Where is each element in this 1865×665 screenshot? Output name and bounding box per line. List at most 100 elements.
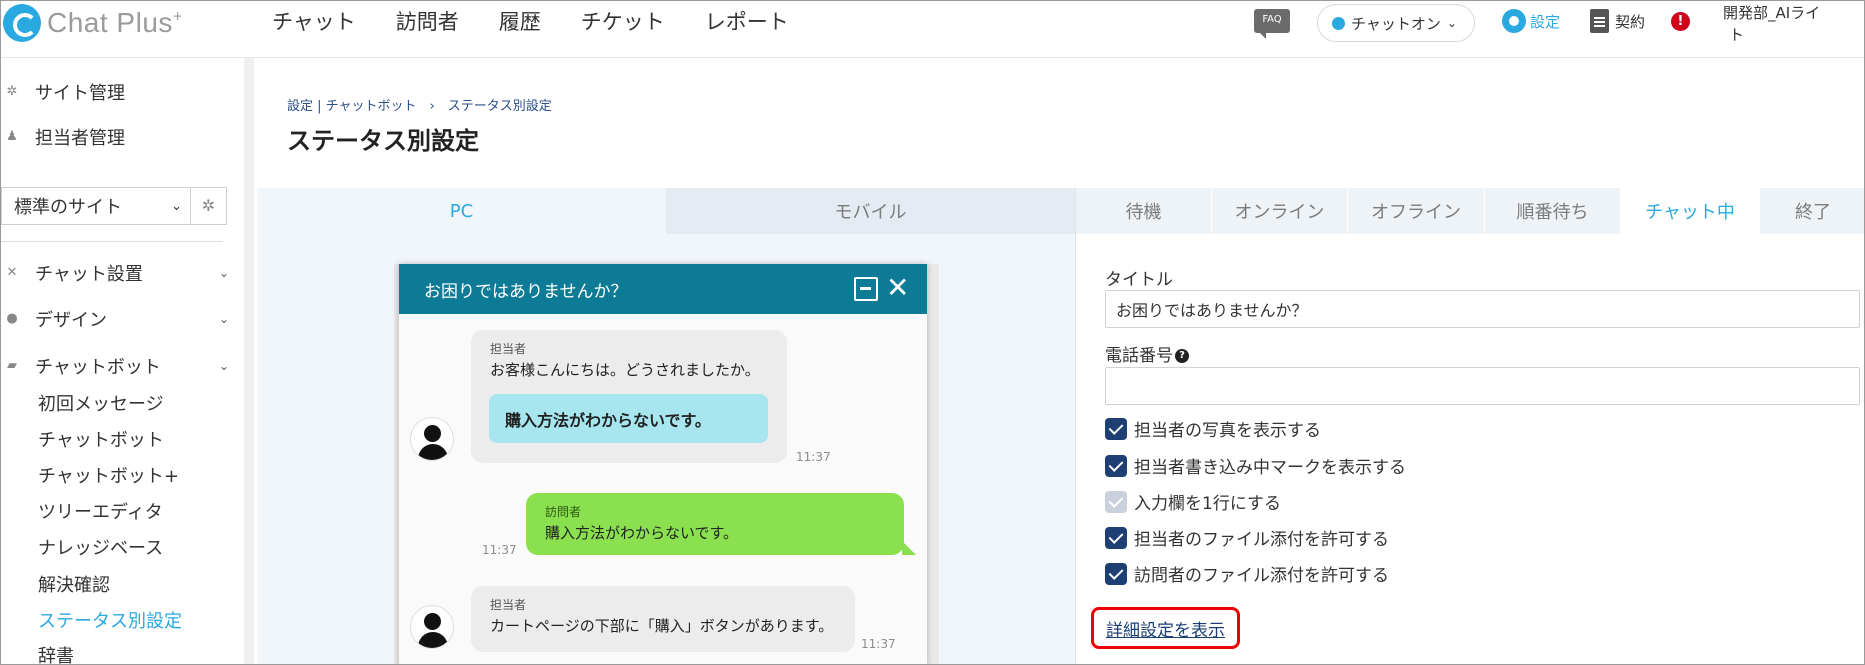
phone-label: 電話番号?: [1105, 341, 1189, 366]
tab-standby[interactable]: 待機: [1076, 188, 1212, 234]
widget-title: お困りではありませんか？: [424, 281, 628, 302]
nav-history[interactable]: 履歴: [499, 6, 541, 36]
chat-status-toggle[interactable]: チャットオン ⌄: [1317, 4, 1475, 42]
document-icon: [1590, 9, 1609, 33]
site-select[interactable]: 標準のサイト ⌄: [1, 187, 191, 225]
chevron-down-icon: ⌄: [218, 312, 229, 326]
panel-divider: [1075, 188, 1076, 664]
operator-label: 担当者: [490, 598, 527, 612]
timestamp: 11:37: [482, 543, 517, 557]
check-typing-mark[interactable]: 担当者書き込み中マークを表示する: [1105, 453, 1406, 478]
chat-widget-preview: お困りではありませんか？ ✕ 担当者 お客様こんにちは。どうされましたか。 購入…: [399, 264, 927, 664]
gear-icon: [1502, 9, 1526, 33]
message-text: カートページの下部に「購入」ボタンがあります。: [490, 617, 834, 635]
sidebar-sub-knowledge-base[interactable]: ナレッジベース: [38, 534, 163, 560]
checkbox-checked-icon[interactable]: [1105, 454, 1127, 477]
user-name-line1: 開発部_AIライ: [1723, 4, 1821, 22]
status-tabs: 待機 オンライン オフライン 順番待ち チャット中 終了: [1076, 188, 1864, 234]
checkbox-checked-icon[interactable]: [1105, 562, 1127, 585]
title-input[interactable]: お困りではありませんか？: [1105, 290, 1860, 328]
top-bar: Chat Plus+ チャット 訪問者 履歴 チケット レポート FAQ チャッ…: [1, 1, 1864, 58]
sidebar-item-staff-manage[interactable]: ♟ 担当者管理: [1, 124, 125, 150]
chevron-down-icon: ⌄: [1446, 16, 1457, 30]
tab-mobile[interactable]: モバイル: [666, 188, 1075, 234]
operator-label: 担当者: [490, 342, 527, 356]
nav-visitors[interactable]: 訪問者: [396, 6, 459, 36]
tab-offline[interactable]: オフライン: [1348, 188, 1485, 234]
tab-pc[interactable]: PC: [257, 188, 666, 234]
sidebar-scrollbar[interactable]: [244, 58, 254, 664]
visitor-message: 訪問者 購入方法がわからないです。: [526, 493, 916, 555]
title-input-value: お困りではありませんか？: [1116, 301, 1308, 320]
status-dot-icon: [1332, 16, 1345, 30]
palette-icon: ●: [6, 311, 18, 326]
minimize-icon[interactable]: [854, 277, 878, 301]
check-label: 担当者の写真を表示する: [1134, 421, 1321, 441]
alert-icon[interactable]: !: [1671, 12, 1690, 31]
sidebar-sub-chatbot[interactable]: チャットボット: [38, 426, 164, 452]
sidebar-item-design[interactable]: ● デザイン ⌄: [1, 306, 229, 332]
nav-report[interactable]: レポート: [705, 6, 789, 36]
chatplus-logo-icon: [3, 4, 41, 42]
user-menu[interactable]: 開発部_AIライ ト: [1723, 2, 1858, 46]
chevron-down-icon: ⌄: [218, 359, 229, 373]
check-show-photo[interactable]: 担当者の写真を表示する: [1105, 416, 1321, 441]
tab-chatting[interactable]: チャット中: [1621, 188, 1760, 234]
sidebar-item-label: サイト管理: [35, 83, 125, 104]
title-label: タイトル: [1105, 270, 1173, 290]
settings-link[interactable]: 設定: [1502, 9, 1560, 33]
sidebar-item-site-manage[interactable]: ✲ サイト管理: [1, 79, 125, 105]
operator-avatar: [410, 605, 454, 649]
chat-status-label: チャットオン: [1351, 14, 1441, 33]
contract-label: 契約: [1615, 12, 1646, 31]
tab-ended[interactable]: 終了: [1760, 188, 1864, 234]
gear-icon: ✲: [6, 84, 18, 99]
contract-link[interactable]: 契約: [1590, 9, 1645, 33]
nav-chat[interactable]: チャット: [272, 6, 356, 36]
tab-online[interactable]: オンライン: [1212, 188, 1348, 234]
operator-message: 担当者 カートページの下部に「購入」ボタンがあります。: [471, 586, 855, 652]
close-icon[interactable]: ✕: [886, 271, 909, 304]
sidebar-item-chatbot[interactable]: ▰ チャットボット ⌄: [1, 353, 229, 379]
app-window: Chat Plus+ チャット 訪問者 履歴 チケット レポート FAQ チャッ…: [0, 0, 1865, 665]
sidebar-sub-chatbot-plus[interactable]: チャットボット+: [38, 462, 179, 488]
phone-input[interactable]: [1105, 367, 1860, 405]
settings-label: 設定: [1530, 12, 1561, 31]
checkbox-disabled-icon: [1105, 490, 1127, 513]
check-operator-attach[interactable]: 担当者のファイル添付を許可する: [1105, 525, 1389, 550]
sidebar-sub-first-message[interactable]: 初回メッセージ: [38, 390, 164, 416]
sidebar-sub-dictionary[interactable]: 辞書: [38, 642, 74, 664]
checkbox-checked-icon[interactable]: [1105, 526, 1127, 549]
check-label: 担当者のファイル添付を許可する: [1134, 530, 1389, 550]
nav-tickets[interactable]: チケット: [581, 6, 665, 36]
timestamp: 11:37: [796, 450, 831, 464]
check-visitor-attach[interactable]: 訪問者のファイル添付を許可する: [1105, 561, 1389, 586]
logo[interactable]: Chat Plus+: [3, 3, 183, 43]
sidebar-sub-resolution[interactable]: 解決確認: [38, 571, 110, 597]
checkbox-checked-icon[interactable]: [1105, 417, 1127, 440]
tab-waiting[interactable]: 順番待ち: [1485, 188, 1621, 234]
help-icon[interactable]: ?: [1175, 349, 1189, 363]
sidebar-sub-status-settings[interactable]: ステータス別設定: [38, 607, 182, 633]
faq-icon[interactable]: FAQ: [1254, 9, 1290, 39]
show-detail-settings-link[interactable]: 詳細設定を表示: [1091, 607, 1240, 649]
user-name-line2: ト: [1729, 26, 1745, 44]
visitor-label: 訪問者: [545, 505, 582, 519]
breadcrumb[interactable]: 設定 | チャットボット › ステータス別設定: [287, 95, 552, 114]
device-tabs: PC モバイル: [257, 188, 1075, 234]
users-icon: ♟: [6, 129, 18, 144]
logo-sup: +: [172, 8, 183, 26]
logo-text: Chat Plus: [47, 7, 173, 38]
check-label: 入力欄を1行にする: [1134, 494, 1281, 514]
page-title: ステータス別設定: [287, 127, 479, 155]
check-label: 訪問者のファイル添付を許可する: [1134, 566, 1389, 586]
sidebar-item-label: チャット設置: [35, 264, 143, 285]
operator-avatar: [410, 417, 454, 461]
check-label: 担当者書き込み中マークを表示する: [1134, 458, 1406, 478]
sidebar-item-chat-setup[interactable]: ✕ チャット設置 ⌄: [1, 260, 229, 286]
site-settings-gear-icon[interactable]: ✲: [191, 187, 227, 225]
quick-reply-button[interactable]: 購入方法がわからないです。: [489, 394, 768, 443]
message-text: お客様こんにちは。どうされましたか。: [490, 361, 760, 379]
sidebar-divider: [1, 241, 223, 242]
sidebar-sub-tree-editor[interactable]: ツリーエディタ: [38, 498, 163, 524]
